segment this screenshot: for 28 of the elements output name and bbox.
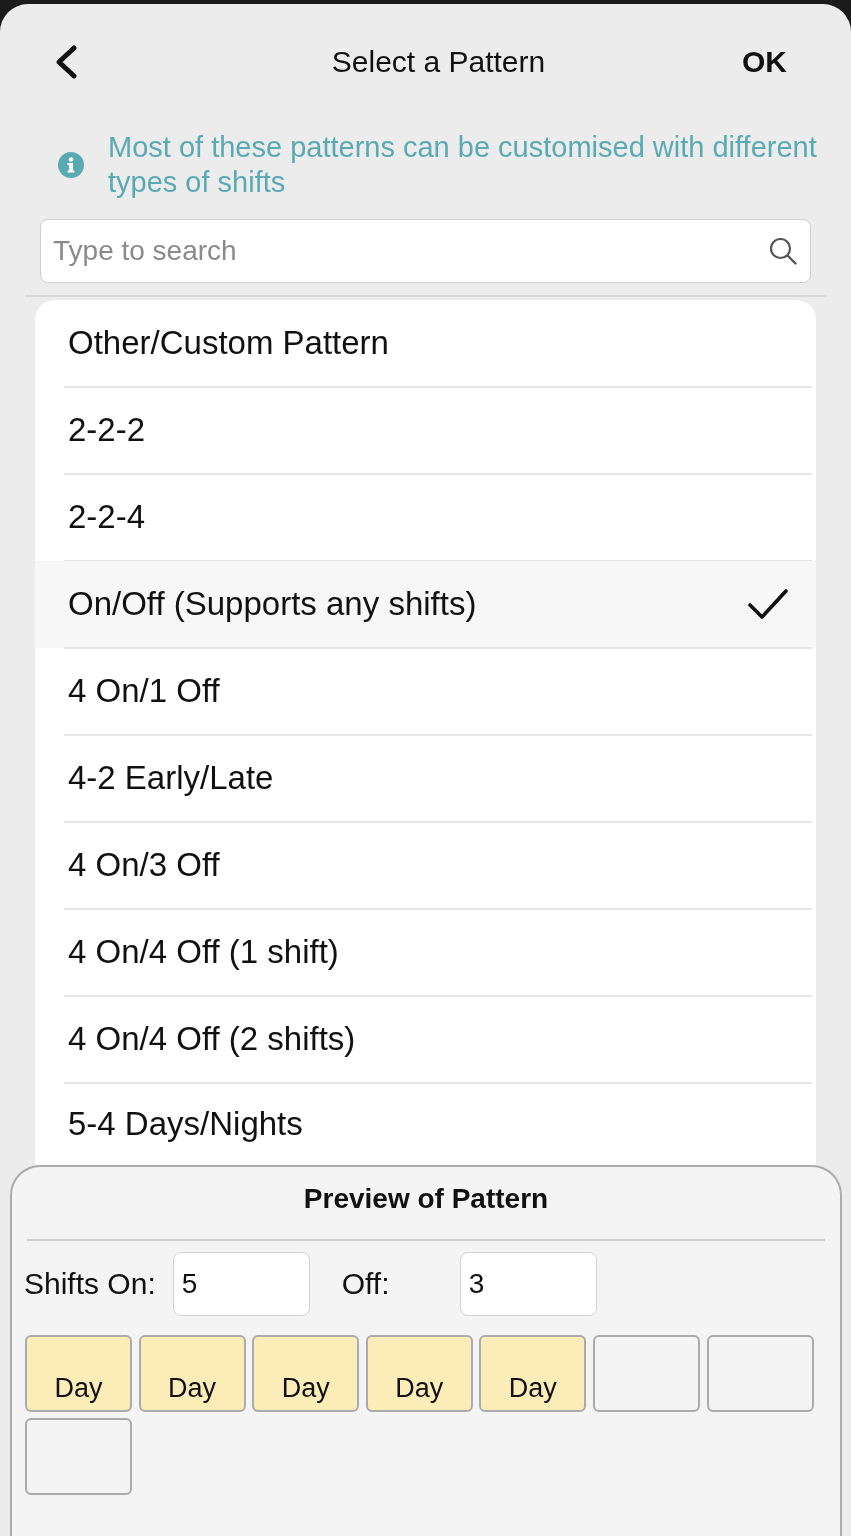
search-icon[interactable] [769, 237, 797, 265]
pattern-list-item[interactable]: 2-2-2 [35, 387, 816, 474]
search-field[interactable]: Type to search [40, 219, 811, 283]
pattern-list-item[interactable]: 4 On/3 Off [35, 822, 816, 909]
day-shift-cell: Day [25, 1335, 132, 1412]
shifts-on-label: Shifts On: [24, 1267, 156, 1301]
shifts-on-field[interactable]: 5 [172, 1252, 310, 1316]
pattern-list-item[interactable]: On/Off (Supports any shifts) [35, 561, 816, 648]
preview-title: Preview of Pattern [302, 1182, 550, 1216]
ok-button[interactable]: OK [742, 45, 787, 79]
pattern-list-item[interactable]: Other/Custom Pattern [35, 300, 816, 387]
pattern-list-item[interactable]: 4 On/4 Off (2 shifts) [35, 996, 816, 1083]
day-shift-cell: Day [479, 1335, 587, 1412]
pattern-list-item[interactable]: 4-2 Early/Late [35, 735, 816, 822]
day-shift-cell: Day [252, 1335, 360, 1412]
off-field[interactable]: 3 [459, 1252, 597, 1316]
back-chevron-icon[interactable] [54, 45, 78, 79]
info-message: Most of these patterns can be customised with different types of shifts [108, 130, 818, 200]
pattern-list-item[interactable]: 2-2-4 [35, 474, 816, 561]
pattern-list-item[interactable]: 4 On/4 Off (1 shift) [35, 909, 816, 996]
screen-title: Select a Pattern [330, 45, 546, 79]
day-shift-cell: Day [365, 1335, 473, 1412]
pattern-list-item[interactable]: 4 On/1 Off [35, 648, 816, 735]
off-label: Off: [341, 1267, 391, 1301]
pattern-list-item[interactable]: 5-4 Days/Nights [35, 1083, 816, 1165]
day-shift-cell: Day [138, 1335, 246, 1412]
checkmark-icon [748, 588, 788, 620]
info-icon [58, 152, 84, 178]
